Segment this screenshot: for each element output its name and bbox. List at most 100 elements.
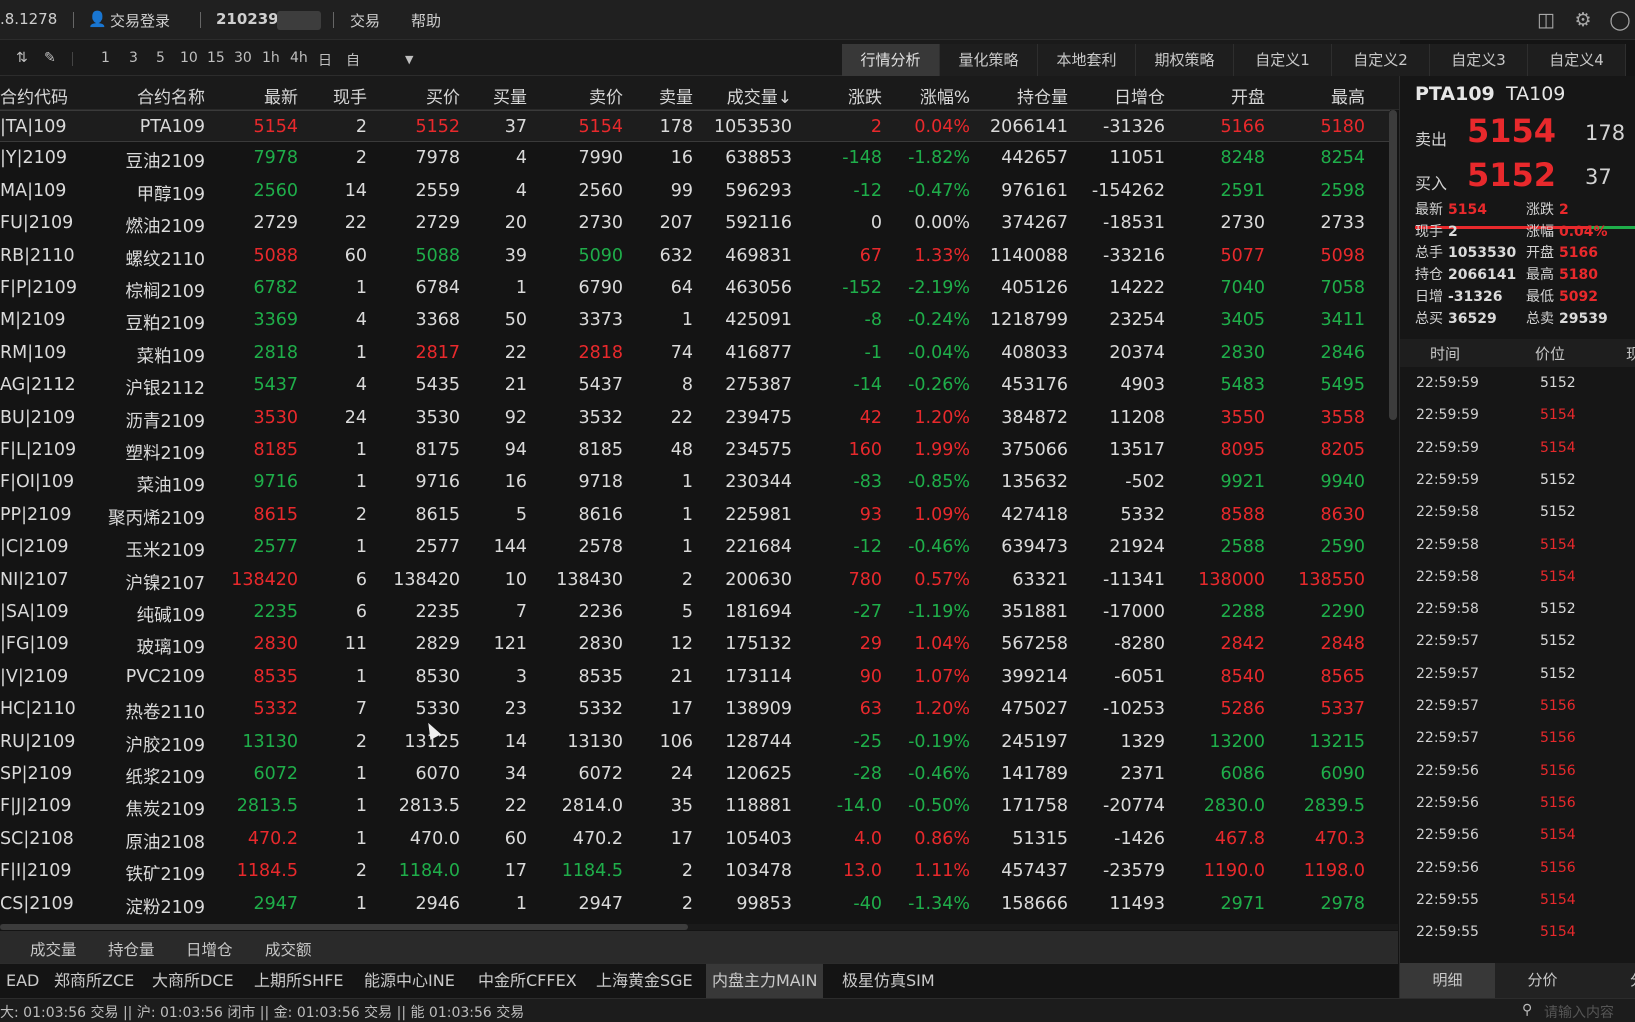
period-1[interactable]: 1 [101, 50, 110, 66]
col-header-ask-vol[interactable]: 卖量 [659, 83, 693, 108]
table-row[interactable]: |V|2109 PVC2109 8535 1 8530 3 8535 21 173114 90 1.… [0, 661, 1390, 693]
col-header-open[interactable]: 开盘 [1231, 83, 1265, 108]
tick-row[interactable]: 22:59:56 5156 [1400, 788, 1635, 820]
col-header-ask[interactable]: 卖价 [589, 83, 623, 108]
exchange-tab-9[interactable]: 极星仿真SIM [836, 964, 941, 998]
exchange-tab-6[interactable]: 中金所CFFEX [472, 964, 583, 998]
chevron-down-icon[interactable]: ▼ [405, 53, 413, 66]
tick-row[interactable]: 22:59:59 5154 [1400, 433, 1635, 465]
gear-icon[interactable]: ⚙ [1571, 8, 1595, 32]
period-3[interactable]: 3 [129, 50, 138, 66]
table-row[interactable]: F|J|2109 焦炭2109 2813.5 1 2813.5 22 2814.0 35 118… [0, 790, 1390, 822]
tab-2[interactable]: 量化策略 [940, 44, 1038, 76]
exchange-tab-7[interactable]: 上海黄金SGE [590, 964, 699, 998]
table-row[interactable]: |FG|109 玻璃109 2830 11 2829 121 2830 12 175132 29 1… [0, 628, 1390, 660]
col-header-bid[interactable]: 买价 [426, 83, 460, 108]
table-row[interactable]: FU|2109 燃油2109 2729 22 2729 20 2730 207 592116 0 0… [0, 207, 1390, 239]
search-box[interactable]: ⚲ 请输入内容 [1520, 1001, 1632, 1021]
table-row[interactable]: |SA|109 纯碱109 2235 6 2235 7 2236 5 181694 -27 -1.1… [0, 596, 1390, 628]
period-15[interactable]: 15 [207, 50, 225, 66]
table-row[interactable]: F|L|2109 塑料2109 8185 1 8175 94 8185 48 234575 160… [0, 434, 1390, 466]
trade-login-link[interactable]: 交易登录 [110, 10, 170, 31]
tick-row[interactable]: 22:59:59 5152 [1400, 465, 1635, 497]
help-menu[interactable]: 帮助 [411, 10, 441, 31]
tab-5[interactable]: 自定义1 [1234, 44, 1332, 76]
subtab-daily-oi-change[interactable]: 日增仓 [186, 938, 233, 960]
tick-row[interactable]: 22:59:58 5152 [1400, 594, 1635, 626]
table-row[interactable]: SP|2109 纸浆2109 6072 1 6070 34 6072 24 120625 -28 -… [0, 758, 1390, 790]
user-icon[interactable]: 👤 [88, 10, 107, 28]
exchange-tab-3[interactable]: 大商所DCE [146, 964, 240, 998]
tick-row[interactable]: 22:59:57 5152 [1400, 659, 1635, 691]
trade-menu[interactable]: 交易 [350, 10, 380, 31]
col-header-last[interactable]: 最新 [264, 83, 298, 108]
tab-7[interactable]: 自定义3 [1430, 44, 1528, 76]
exchange-tab-1[interactable]: EAD [0, 964, 45, 998]
period-1h[interactable]: 1h [262, 50, 280, 66]
tab-4[interactable]: 期权策略 [1136, 44, 1234, 76]
tick-row[interactable]: 22:59:56 5156 [1400, 853, 1635, 885]
col-header-change[interactable]: 涨跌 [848, 83, 882, 108]
tick-row[interactable]: 22:59:56 5156 [1400, 756, 1635, 788]
period-10[interactable]: 10 [180, 50, 198, 66]
table-row[interactable]: RM|109 菜粕109 2818 1 2817 22 2818 74 416877 -1 -0.0… [0, 337, 1390, 369]
table-row[interactable]: |C|2109 玉米2109 2577 1 2577 144 2578 1 221684 -12 -… [0, 531, 1390, 563]
bid-line[interactable]: 买入 5152 37 [1415, 156, 1635, 198]
vertical-scrollbar[interactable] [1389, 110, 1397, 420]
tick-row[interactable]: 22:59:58 5154 [1400, 530, 1635, 562]
col-header-change-pct[interactable]: 涨幅% [920, 83, 970, 108]
col-header-high[interactable]: 最高 [1331, 83, 1365, 108]
shirt-icon[interactable]: ◯ [1608, 8, 1632, 32]
tick-row[interactable]: 22:59:57 5156 [1400, 691, 1635, 723]
tab-6[interactable]: 自定义2 [1332, 44, 1430, 76]
col-header-name[interactable]: 合约名称 [137, 83, 205, 108]
period-custom[interactable]: 自 [346, 50, 360, 70]
table-row[interactable]: AG|2112 沪银2112 5437 4 5435 21 5437 8 275387 -14 -0… [0, 369, 1390, 401]
tab-minute[interactable]: 分 [1590, 963, 1635, 998]
exchange-tab-5[interactable]: 能源中心INE [358, 964, 461, 998]
table-row[interactable]: |TA|109 PTA109 5154 2 5152 37 5154 178 1053530 2 0… [0, 110, 1390, 143]
tab-1[interactable]: 行情分析 [842, 44, 940, 76]
subtab-volume[interactable]: 成交量 [30, 938, 77, 960]
table-row[interactable]: F|P|2109 棕榈2109 6782 1 6784 1 6790 64 463056 -152… [0, 272, 1390, 304]
exchange-tab-4[interactable]: 上期所SHFE [248, 964, 350, 998]
tick-row[interactable]: 22:59:59 5152 [1400, 368, 1635, 400]
period-30[interactable]: 30 [234, 50, 252, 66]
period-5[interactable]: 5 [156, 50, 165, 66]
table-row[interactable]: |Y|2109 豆油2109 7978 2 7978 4 7990 16 638853 -148 -… [0, 142, 1390, 174]
col-header-lot[interactable]: 现手 [333, 83, 367, 108]
period-day[interactable]: 日 [318, 50, 332, 70]
table-row[interactable]: BU|2109 沥青2109 3530 24 3530 92 3532 22 239475 42 1… [0, 402, 1390, 434]
table-row[interactable]: NI|2107 沪镍2107 138420 6 138420 10 138430 2 20063… [0, 564, 1390, 596]
tick-row[interactable]: 22:59:58 5154 [1400, 562, 1635, 594]
tab-8[interactable]: 自定义4 [1528, 44, 1626, 76]
ask-line[interactable]: 卖出 5154 178 [1415, 112, 1635, 154]
tab-detail[interactable]: 明细 [1400, 963, 1495, 998]
exchange-tab-2[interactable]: 郑商所ZCE [48, 964, 140, 998]
table-row[interactable]: MA|109 甲醇109 2560 14 2559 4 2560 99 596293 -12 -0.… [0, 175, 1390, 207]
col-header-code[interactable]: 合约代码 [0, 83, 68, 108]
tab-price-distribution[interactable]: 分价 [1495, 963, 1590, 998]
table-row[interactable]: F|OI|109 菜油109 9716 1 9716 16 9718 1 230344 -83 -0… [0, 466, 1390, 498]
col-header-volume[interactable]: 成交量↓ [727, 83, 792, 108]
search-input[interactable]: 请输入内容 [1544, 1002, 1614, 1022]
tab-3[interactable]: 本地套利 [1038, 44, 1136, 76]
table-row[interactable]: RU|2109 沪胶2109 13130 2 13125 14 13130 106 128744… [0, 726, 1390, 758]
tick-row[interactable]: 22:59:58 5152 [1400, 497, 1635, 529]
table-row[interactable]: CS|2109 淀粉2109 2947 1 2946 1 2947 2 99853 -40 -1.3… [0, 888, 1390, 920]
tick-row[interactable]: 22:59:57 5152 [1400, 626, 1635, 658]
subtab-turnover[interactable]: 成交额 [265, 938, 312, 960]
horizontal-scrollbar[interactable] [0, 924, 688, 930]
table-row[interactable]: M|2109 豆粕2109 3369 4 3368 50 3373 1 425091 -8 -0.2… [0, 304, 1390, 336]
subtab-open-interest[interactable]: 持仓量 [108, 938, 155, 960]
table-row[interactable]: SC|2108 原油2108 470.2 1 470.0 60 470.2 17 105403 4… [0, 823, 1390, 855]
tick-row[interactable]: 22:59:56 5154 [1400, 820, 1635, 852]
tick-row[interactable]: 22:59:57 5156 [1400, 723, 1635, 755]
exchange-tab-8[interactable]: 内盘主力MAIN [706, 964, 824, 998]
table-row[interactable]: F|I|2109 铁矿2109 1184.5 2 1184.0 17 1184.5 2 1034… [0, 855, 1390, 887]
period-4h[interactable]: 4h [290, 50, 308, 66]
table-row[interactable]: PP|2109 聚丙烯2109 8615 2 8615 5 8616 1 225981 93 1.0… [0, 499, 1390, 531]
quote-table[interactable]: |TA|109 PTA109 5154 2 5152 37 5154 178 1053530 2 0… [0, 110, 1390, 925]
pencil-icon[interactable]: ✎ [44, 50, 56, 66]
table-row[interactable]: RB|2110 螺纹2110 5088 60 5088 39 5090 632 469831 67… [0, 240, 1390, 272]
